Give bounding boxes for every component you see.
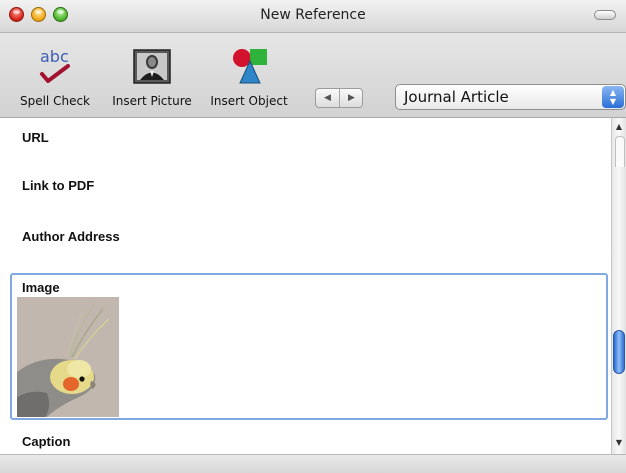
insert-object-button[interactable]: Insert Object (202, 33, 296, 117)
scroll-up-icon[interactable]: ▲ (612, 120, 626, 134)
reference-fields-panel: URL Link to PDF Author Address Image Cap… (0, 118, 611, 454)
field-label-link-to-pdf: Link to PDF (22, 178, 95, 193)
title-bar: New Reference (0, 0, 626, 33)
reference-type-value: Journal Article (404, 88, 509, 106)
field-label-image: Image (22, 280, 60, 295)
field-label-caption: Caption (22, 434, 71, 449)
window-title: New Reference (260, 7, 366, 23)
insert-object-label: Insert Object (210, 94, 288, 108)
field-url[interactable]: URL (0, 118, 611, 168)
vertical-scrollbar[interactable]: ▲ ▼ (611, 118, 626, 454)
previous-arrow-icon[interactable]: ◀ (316, 89, 340, 107)
portrait-photo-icon (132, 47, 172, 85)
toolbar: abc Spell Check Insert Picture Insert Ob… (0, 33, 626, 118)
record-navigation: ◀ ▶ (315, 88, 363, 108)
insert-picture-button[interactable]: Insert Picture (106, 33, 198, 117)
field-link-to-pdf[interactable]: Link to PDF (0, 168, 611, 220)
cockatiel-image[interactable] (17, 297, 119, 417)
field-label-author-address: Author Address (22, 229, 120, 244)
scroll-track[interactable] (615, 136, 625, 167)
field-label-url: URL (22, 130, 49, 145)
insert-picture-label: Insert Picture (112, 94, 192, 108)
select-stepper-icon: ▲ ▼ (602, 86, 624, 108)
scroll-down-icon[interactable]: ▼ (612, 436, 626, 450)
spell-check-label: Spell Check (19, 94, 90, 108)
spell-check-icon: abc (35, 47, 75, 85)
shapes-icon (230, 47, 270, 85)
new-reference-window: New Reference abc Spell Check Insert Pic… (0, 0, 626, 473)
field-author-address[interactable]: Author Address (0, 220, 611, 272)
scroll-thumb[interactable] (613, 330, 625, 374)
spell-check-button[interactable]: abc Spell Check (10, 33, 100, 117)
field-caption[interactable]: Caption (0, 428, 611, 454)
next-arrow-icon[interactable]: ▶ (340, 89, 363, 107)
reference-type-select[interactable]: Journal Article ▲ ▼ (395, 84, 626, 110)
status-bar (0, 454, 626, 473)
toolbar-toggle-button[interactable] (594, 10, 616, 20)
field-image[interactable]: Image (10, 273, 608, 420)
